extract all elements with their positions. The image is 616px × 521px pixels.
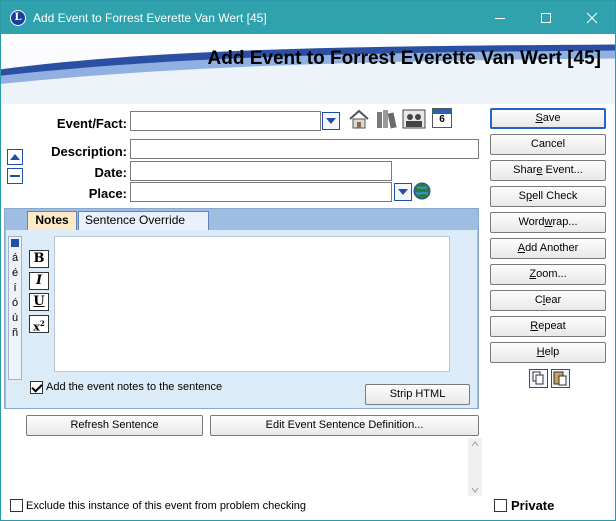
accent-o-button[interactable]: ó <box>9 296 21 311</box>
close-icon <box>586 12 598 23</box>
books-icon[interactable] <box>375 107 399 131</box>
close-button[interactable] <box>569 1 615 34</box>
tab-sentence-override[interactable]: Sentence Override <box>78 211 209 230</box>
accent-u-button[interactable]: ú <box>9 311 21 326</box>
date-input[interactable] <box>130 161 392 181</box>
event-fact-label: Event/Fact: <box>56 116 127 131</box>
description-input[interactable] <box>130 139 479 159</box>
event-fact-input[interactable] <box>130 111 321 131</box>
repeat-button[interactable]: Repeat <box>490 316 606 337</box>
notes-body: á é í ó ú ñ B I U x2 Add the event notes… <box>6 230 477 408</box>
edit-sentence-definition-button[interactable]: Edit Event Sentence Definition... <box>210 415 479 436</box>
accent-character-bar: á é í ó ú ñ <box>8 236 22 380</box>
help-button[interactable]: Help <box>490 342 606 363</box>
chevron-down-icon <box>326 118 336 124</box>
page-title: Add Event to Forrest Everette Van Wert [… <box>207 48 601 69</box>
minus-icon <box>10 175 20 177</box>
add-notes-to-sentence-checkbox[interactable] <box>30 381 43 394</box>
superscript-button[interactable]: x2 <box>29 315 49 334</box>
header-banner: Add Event to Forrest Everette Van Wert [… <box>1 34 615 104</box>
add-another-button[interactable]: Add Another <box>490 238 606 259</box>
description-label: Description: <box>51 144 127 159</box>
home-icon[interactable] <box>347 107 371 131</box>
private-checkbox[interactable] <box>494 499 507 512</box>
minimize-icon <box>495 17 505 19</box>
minimize-button[interactable] <box>477 1 523 34</box>
paste-icon[interactable] <box>551 369 570 388</box>
underline-button[interactable]: U <box>29 293 49 311</box>
sentence-scrollbar[interactable] <box>468 438 482 496</box>
refresh-sentence-button[interactable]: Refresh Sentence <box>26 415 203 436</box>
notes-textarea[interactable] <box>54 236 450 372</box>
maximize-icon <box>541 12 551 23</box>
accent-n-button[interactable]: ñ <box>9 326 21 341</box>
globe-icon[interactable] <box>413 182 431 200</box>
wordwrap-button[interactable]: Wordwrap... <box>490 212 606 233</box>
accent-a-button[interactable]: á <box>9 251 21 266</box>
accent-i-button[interactable]: í <box>9 281 21 296</box>
chevron-down-icon <box>398 189 408 195</box>
copy-icon[interactable] <box>529 369 548 388</box>
tab-notes[interactable]: Notes <box>27 211 77 230</box>
title-bar: L Add Event to Forrest Everette Van Wert… <box>1 1 615 34</box>
maximize-button[interactable] <box>523 1 569 34</box>
share-event-button[interactable]: Share Event... <box>490 160 606 181</box>
date-label: Date: <box>94 165 127 180</box>
cancel-button[interactable]: Cancel <box>490 134 606 155</box>
clear-button[interactable]: Clear <box>490 290 606 311</box>
arrow-up-icon <box>10 154 20 160</box>
exclude-problem-checking-checkbox[interactable] <box>10 499 23 512</box>
accent-e-button[interactable]: é <box>9 266 21 281</box>
add-event-dialog: L Add Event to Forrest Everette Van Wert… <box>0 0 616 521</box>
place-dropdown-button[interactable] <box>394 183 412 201</box>
scroll-arrows-icon <box>471 441 479 493</box>
people-photo-icon[interactable] <box>402 107 426 131</box>
accent-bar-marker-icon <box>11 239 19 247</box>
app-logo-icon: L <box>10 9 26 26</box>
private-label: Private <box>511 498 555 513</box>
strip-html-button[interactable]: Strip HTML <box>365 384 470 405</box>
place-input[interactable] <box>130 182 392 202</box>
event-fact-dropdown-button[interactable] <box>322 112 340 130</box>
place-label: Place: <box>88 186 127 201</box>
notes-panel: Notes Sentence Override á é í ó ú ñ B I … <box>4 208 479 409</box>
bold-button[interactable]: B <box>29 250 49 268</box>
add-notes-to-sentence-label: Add the event notes to the sentence <box>46 381 223 393</box>
calendar-icon[interactable]: 6 <box>432 108 452 128</box>
italic-button[interactable]: I <box>29 272 49 290</box>
zoom-button[interactable]: Zoom... <box>490 264 606 285</box>
save-button[interactable]: Save <box>490 108 606 129</box>
exclude-problem-checking-label: Exclude this instance of this event from… <box>26 500 307 512</box>
spell-check-button[interactable]: Spell Check <box>490 186 606 207</box>
window-title: Add Event to Forrest Everette Van Wert [… <box>33 10 267 25</box>
